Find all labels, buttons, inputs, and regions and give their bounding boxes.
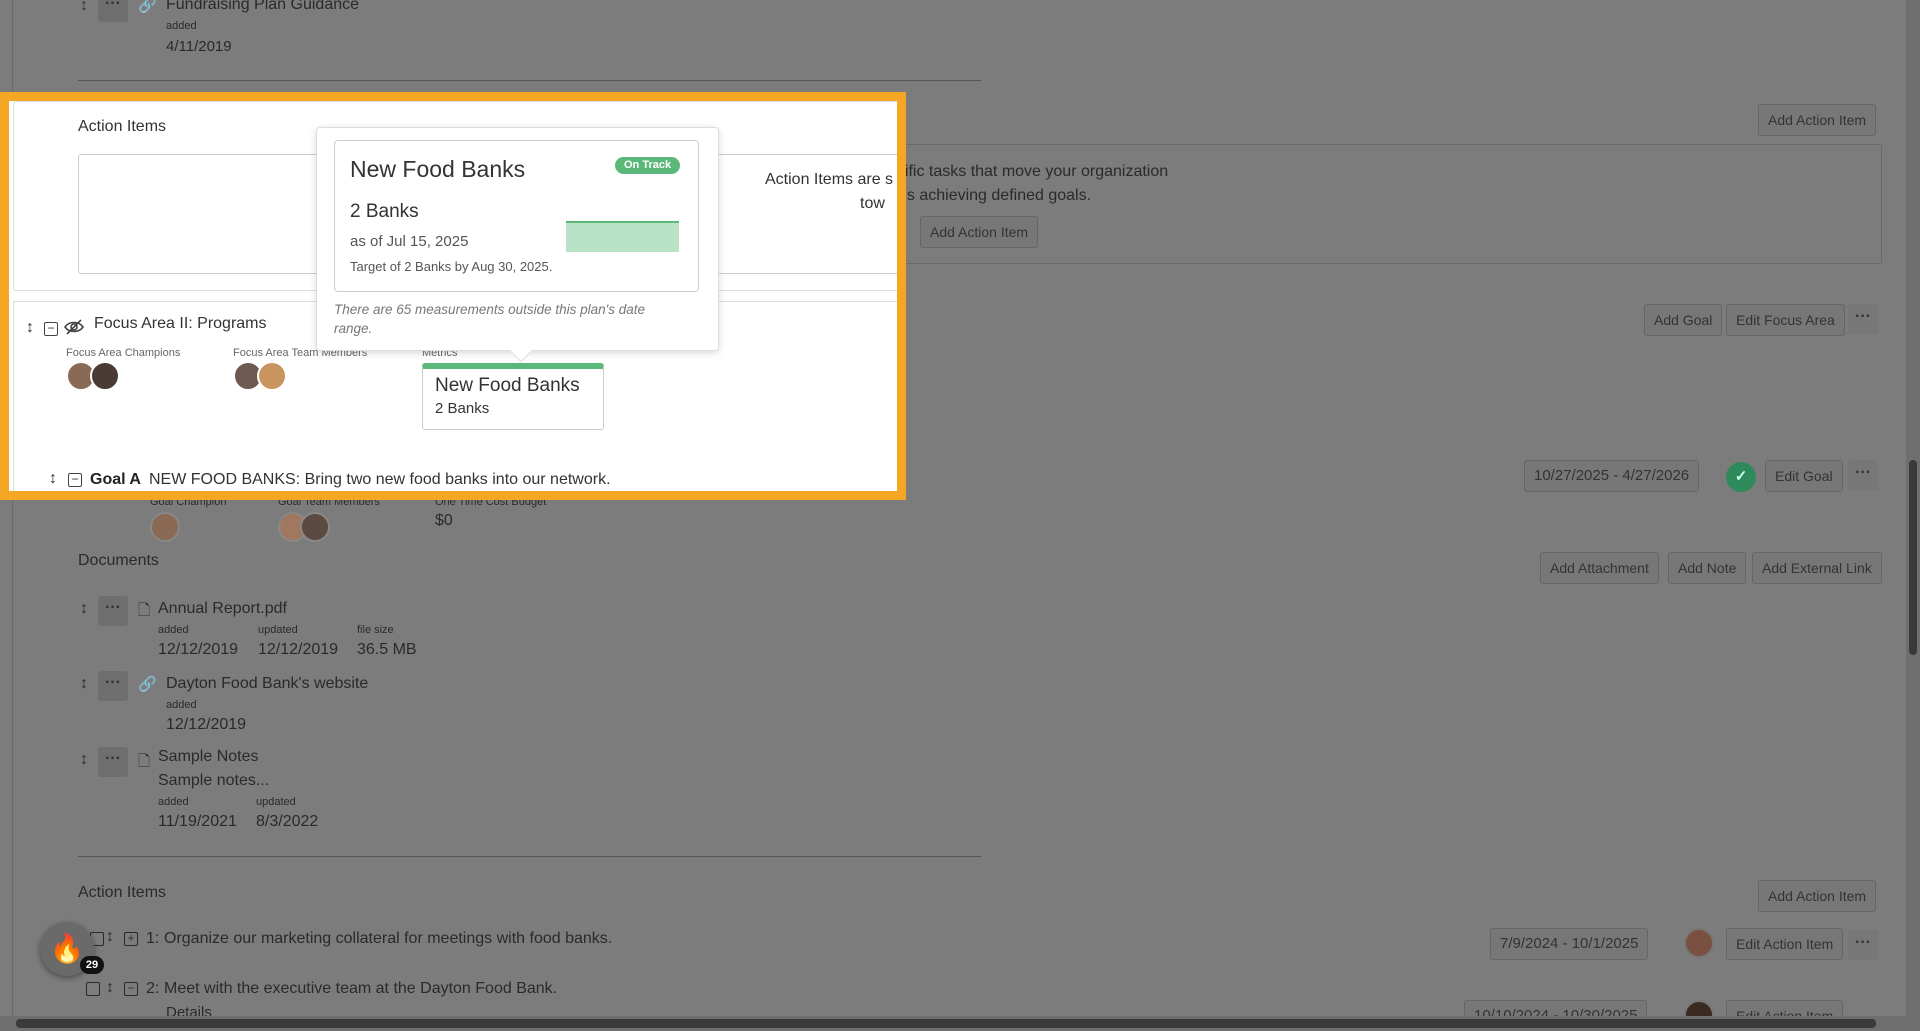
popover-target: Target of 2 Banks by Aug 30, 2025. <box>350 259 553 274</box>
edit-action-item-button[interactable]: Edit Action Item <box>1726 928 1844 960</box>
expand-icon[interactable]: + <box>124 932 138 946</box>
action-items-heading: Action Items <box>78 884 167 901</box>
goal-cost-value: $0 <box>435 512 453 529</box>
action-item-dates[interactable]: 7/9/2024 - 10/1/2025 <box>1490 928 1649 960</box>
document-more-button[interactable]: ··· <box>98 671 128 701</box>
drag-handle-icon[interactable]: ↕ <box>26 319 34 337</box>
goal-more-button[interactable]: ··· <box>1848 460 1878 490</box>
more-menu-button[interactable]: ··· <box>98 0 128 22</box>
focus-area-more-button[interactable]: ··· <box>1848 304 1878 334</box>
action-item-text[interactable]: Meet with the executive team at the Dayt… <box>164 980 557 998</box>
document-title[interactable]: Annual Report.pdf <box>158 600 287 618</box>
popover-note: There are 65 measurements outside this p… <box>334 302 646 336</box>
drag-handle-icon[interactable]: ↕ <box>106 979 114 997</box>
metric-card-title: New Food Banks <box>435 375 580 396</box>
checkbox[interactable] <box>86 982 100 996</box>
drag-handle-icon[interactable]: ↕ <box>49 470 57 488</box>
document-title[interactable]: Sample Notes <box>158 748 259 766</box>
documents-heading: Documents <box>78 552 159 569</box>
document-title[interactable]: Dayton Food Bank's website <box>166 675 368 693</box>
action-item-text[interactable]: Organize our marketing collateral for me… <box>164 930 612 948</box>
popover-metric-panel: New Food Banks On Track 2 Banks as of Ju… <box>334 140 699 292</box>
document-more-button[interactable]: ··· <box>98 596 128 626</box>
goal-status-check-icon: ✓ <box>1726 462 1756 492</box>
updated-label: updated <box>258 624 298 636</box>
added-date: 12/12/2019 <box>166 716 247 733</box>
added-label: added <box>166 20 197 32</box>
horizontal-scrollbar-thumb[interactable] <box>16 1019 1876 1028</box>
link-icon: 🔗 <box>138 676 157 693</box>
metric-card[interactable]: New Food Banks 2 Banks <box>422 363 604 430</box>
edit-goal-button[interactable]: Edit Goal <box>1765 460 1843 492</box>
progress-sparkline-fill <box>566 221 679 252</box>
member-avatar-2[interactable] <box>257 361 287 391</box>
note-preview: Sample notes... <box>158 772 270 789</box>
action-item-more-button[interactable]: ··· <box>1848 930 1878 960</box>
popover-value: 2 Banks <box>350 201 419 222</box>
document-more-button[interactable]: ··· <box>98 747 128 777</box>
action-items-heading: Action Items <box>78 118 167 135</box>
assignee-avatar[interactable] <box>1684 928 1714 958</box>
progress-sparkline <box>566 221 679 252</box>
notification-count-badge: 29 <box>80 956 104 974</box>
added-date: 11/19/2021 <box>158 813 237 830</box>
file-icon: 🗋 <box>138 602 151 619</box>
action-item-number: 2: <box>146 980 160 997</box>
goal-text[interactable]: NEW FOOD BANKS: Bring two new food banks… <box>149 471 611 489</box>
updated-label: updated <box>256 796 296 808</box>
add-attachment-button[interactable]: Add Attachment <box>1540 552 1659 584</box>
document-title[interactable]: Fundraising Plan Guidance <box>166 0 359 14</box>
updated-date: 8/3/2022 <box>256 813 319 830</box>
file-size: 36.5 MB <box>357 641 417 658</box>
divider <box>78 856 981 857</box>
added-label: added <box>158 796 189 808</box>
drag-handle-icon[interactable]: ↕ <box>80 751 88 769</box>
popover-title: New Food Banks <box>350 156 526 182</box>
collapse-icon[interactable]: − <box>124 982 138 996</box>
edit-focus-area-button[interactable]: Edit Focus Area <box>1726 304 1845 336</box>
add-action-item-button[interactable]: Add Action Item <box>1758 880 1877 912</box>
link-icon: 🔗 <box>138 0 157 14</box>
added-date: 12/12/2019 <box>158 641 239 658</box>
collapse-icon[interactable]: − <box>44 322 58 336</box>
empty-text-continued-2: ds achieving defined goals. <box>898 187 1092 204</box>
added-date: 4/11/2019 <box>166 38 232 55</box>
file-icon: 🗋 <box>138 753 151 770</box>
collapse-icon[interactable]: − <box>68 473 82 487</box>
focus-area-champions-label: Focus Area Champions <box>66 347 181 359</box>
add-action-item-button[interactable]: Add Action Item <box>1758 104 1877 136</box>
drag-handle-icon[interactable]: ↕ <box>80 0 88 15</box>
add-external-link-button[interactable]: Add External Link <box>1752 552 1882 584</box>
empty-text-continued: ecific tasks that move your organization <box>888 163 1169 180</box>
divider <box>78 80 981 81</box>
empty-add-action-item-button[interactable]: Add Action Item <box>920 216 1039 248</box>
vertical-scrollbar-thumb[interactable] <box>1909 460 1917 655</box>
goal-dates[interactable]: 10/27/2025 - 4/27/2026 <box>1524 460 1700 492</box>
goal-team-avatar-2[interactable] <box>300 512 330 542</box>
metric-card-value: 2 Banks <box>435 400 490 417</box>
action-item-number: 1: <box>146 930 160 947</box>
empty-state-text-2: tow <box>860 195 885 212</box>
goal-label: Goal A <box>90 471 141 488</box>
updated-date: 12/12/2019 <box>258 641 339 658</box>
drag-handle-icon[interactable]: ↕ <box>80 600 88 618</box>
champion-avatar-2[interactable] <box>90 361 120 391</box>
added-label: added <box>166 699 197 711</box>
file-size-label: file size <box>357 624 394 636</box>
added-label: added <box>158 624 189 636</box>
add-note-button[interactable]: Add Note <box>1668 552 1747 584</box>
add-goal-button[interactable]: Add Goal <box>1644 304 1723 336</box>
goal-champion-avatar[interactable] <box>150 512 180 542</box>
popover-as-of: as of Jul 15, 2025 <box>350 233 469 250</box>
metric-popover: New Food Banks On Track 2 Banks as of Ju… <box>316 127 719 363</box>
status-badge: On Track <box>615 157 681 174</box>
highlight-region: Action Items Action Items are s tow ↕ − … <box>0 92 906 500</box>
empty-state-text: Action Items are s <box>765 171 894 188</box>
hidden-eye-icon[interactable] <box>64 319 84 339</box>
focus-area-title[interactable]: Focus Area II: Programs <box>94 315 267 333</box>
drag-handle-icon[interactable]: ↕ <box>106 928 114 946</box>
drag-handle-icon[interactable]: ↕ <box>80 675 88 693</box>
